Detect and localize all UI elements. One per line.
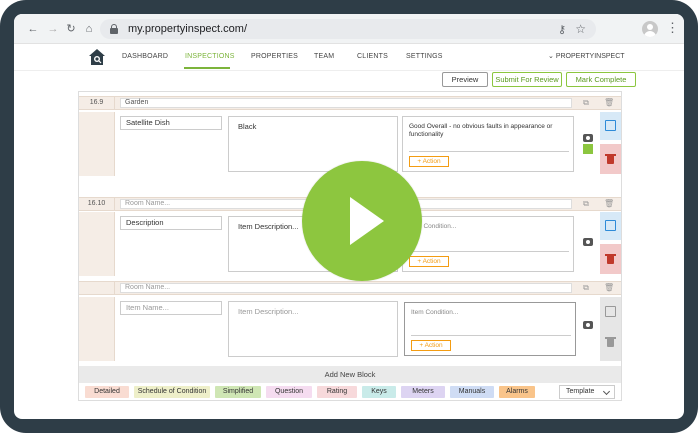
active-tab-indicator (184, 67, 230, 69)
room-number: 16.10 (79, 198, 115, 210)
room-row: Room Name... ⧉ 🗑 (79, 281, 621, 295)
block-type-detailed[interactable]: Detailed (85, 386, 129, 398)
play-button[interactable] (302, 161, 422, 281)
block-type-manuals[interactable]: Manuals (450, 386, 494, 398)
copy-icon[interactable] (605, 220, 616, 231)
submit-for-review-button[interactable]: Submit For Review (492, 72, 562, 87)
trash-room-icon[interactable]: 🗑 (604, 283, 614, 293)
item-condition-box[interactable]: Item Condition... + Action (402, 216, 574, 272)
room-number: 16.9 (79, 97, 115, 109)
house-logo[interactable] (88, 48, 106, 66)
block-type-simplified[interactable]: Simplified (215, 386, 261, 398)
trash-icon[interactable] (605, 254, 616, 264)
nav-clients[interactable]: CLIENTS (357, 53, 388, 60)
item-description-input[interactable]: Item Description... (228, 301, 398, 357)
trash-room-icon[interactable]: 🗑 (604, 199, 614, 209)
reload-icon[interactable]: ↻ (64, 22, 78, 36)
item-condition-text: Item Condition... (411, 309, 459, 316)
device-frame: ← → ↻ ⌂ my.propertyinspect.com/ ⚷ ☆ ⋮ DA… (0, 0, 698, 433)
star-icon[interactable]: ☆ (575, 22, 586, 36)
browser-window: ← → ↻ ⌂ my.propertyinspect.com/ ⚷ ☆ ⋮ DA… (14, 14, 684, 419)
mark-complete-button[interactable]: Mark Complete (566, 72, 636, 87)
menu-icon[interactable]: ⋮ (666, 20, 679, 36)
nav-dashboard[interactable]: DASHBOARD (122, 53, 168, 60)
room-row: 16.9 Garden ⧉ 🗑 (79, 96, 621, 110)
url-text: my.propertyinspect.com/ (128, 23, 248, 35)
forward-icon[interactable]: → (46, 22, 60, 36)
block-type-question[interactable]: Question (266, 386, 312, 398)
user-name: PROPERTYINSPECT (555, 53, 625, 60)
item-actions (600, 112, 621, 176)
chevron-down-icon: ⌄ (548, 53, 554, 60)
block-type-rating[interactable]: Rating (317, 386, 357, 398)
block-type-bar: Detailed Schedule of Condition Simplifie… (79, 384, 621, 400)
item-name-input[interactable]: Satellite Dish (120, 116, 222, 130)
copy-room-icon[interactable]: ⧉ (581, 283, 591, 293)
add-action-button[interactable]: + Action (409, 256, 449, 267)
item-name-input[interactable]: Item Name... (120, 301, 222, 315)
condition-color-swatch[interactable] (583, 144, 593, 154)
avatar[interactable] (642, 21, 658, 37)
play-icon (350, 197, 384, 245)
copy-icon[interactable] (605, 120, 616, 131)
copy-icon[interactable] (605, 306, 616, 317)
block-type-alarms[interactable]: Alarms (499, 386, 535, 398)
item-name-input[interactable]: Description (120, 216, 222, 230)
item-block: Item Name... Item Description... Item Co… (79, 297, 621, 361)
address-bar[interactable]: my.propertyinspect.com/ ⚷ ☆ (100, 19, 596, 39)
back-icon[interactable]: ← (26, 22, 40, 36)
preview-button[interactable]: Preview (442, 72, 488, 87)
item-actions (600, 212, 621, 276)
camera-icon[interactable] (583, 134, 593, 142)
trash-icon[interactable] (605, 154, 616, 164)
nav-properties[interactable]: PROPERTIES (251, 53, 298, 60)
add-action-button[interactable]: + Action (409, 156, 449, 167)
nav-settings[interactable]: SETTINGS (406, 53, 443, 60)
room-name-input[interactable]: Room Name... (120, 283, 572, 293)
app-nav: DASHBOARD INSPECTIONS PROPERTIES TEAM CL… (14, 45, 684, 71)
home-icon[interactable]: ⌂ (82, 22, 96, 36)
block-type-meters[interactable]: Meters (401, 386, 445, 398)
copy-room-icon[interactable]: ⧉ (581, 199, 591, 209)
nav-inspections[interactable]: INSPECTIONS (185, 53, 235, 60)
item-condition-text: Item Condition... (409, 223, 457, 230)
lock-icon (110, 24, 118, 34)
browser-toolbar: ← → ↻ ⌂ my.propertyinspect.com/ ⚷ ☆ ⋮ (14, 14, 684, 44)
camera-icon[interactable] (583, 238, 593, 246)
copy-room-icon[interactable]: ⧉ (581, 98, 591, 108)
item-actions (600, 297, 621, 361)
room-number (79, 282, 115, 294)
block-type-schedule-of-condition[interactable]: Schedule of Condition (134, 386, 210, 398)
trash-icon[interactable] (605, 337, 616, 347)
item-condition-box[interactable]: Good Overall - no obvious faults in appe… (402, 116, 574, 172)
key-icon[interactable]: ⚷ (558, 23, 566, 36)
add-new-block-button[interactable]: Add New Block (79, 366, 621, 383)
block-type-keys[interactable]: Keys (362, 386, 396, 398)
add-action-button[interactable]: + Action (411, 340, 451, 351)
camera-icon[interactable] (583, 321, 593, 329)
trash-room-icon[interactable]: 🗑 (604, 98, 614, 108)
room-name-input[interactable]: Garden (120, 98, 572, 108)
item-condition-text: Good Overall - no obvious faults in appe… (409, 123, 553, 138)
item-condition-box[interactable]: Item Condition... + Action (404, 302, 576, 356)
user-menu[interactable]: ⌄ PROPERTYINSPECT (548, 52, 625, 60)
nav-team[interactable]: TEAM (314, 53, 334, 60)
